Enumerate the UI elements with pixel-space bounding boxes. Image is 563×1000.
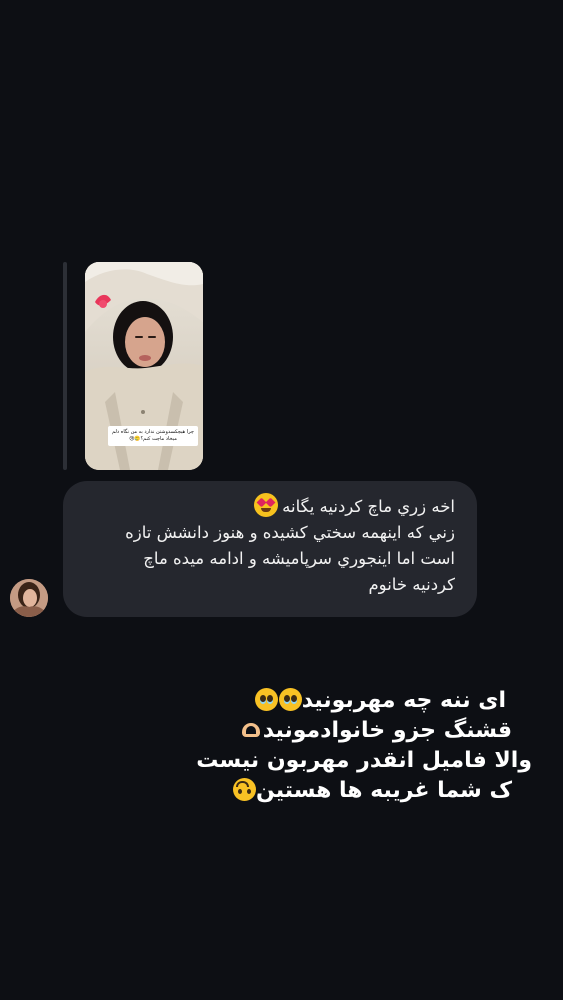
- message-line-4: كردنيه خانوم: [368, 575, 455, 594]
- message-line-3: است اما اينجوري سرپاميشه و ادامه ميده ما…: [143, 549, 455, 568]
- caption-line-1: ای ننه چه مهربونید: [200, 686, 540, 716]
- pleading-face-emoji-icon: [254, 688, 278, 711]
- message-line-2: زني كه اينهمه سختي كشيده و هنوز دانشش تا…: [125, 523, 455, 542]
- caption-line-1-text: ای ننه چه مهربونید: [301, 688, 506, 713]
- message-line-1-text: اخه زري ماچ کردنيه يگانه: [282, 497, 455, 516]
- story-caption-sticker: چرا هیچکسدوشتن ندارد به من نگاه دلم میخا…: [108, 426, 198, 446]
- upside-down-face-emoji-icon: [232, 778, 256, 801]
- pleading-face-emoji-icon: [278, 688, 302, 711]
- sender-avatar[interactable]: [10, 579, 48, 617]
- reply-quote-bar: [63, 262, 67, 470]
- overlay-caption-text: ای ننه چه مهربونید قشنگ جزو خانوادمونید …: [196, 686, 540, 806]
- message-line-1: اخه زري ماچ کردنيه يگانه: [77, 493, 455, 520]
- heart-eyes-emoji-icon: [254, 493, 279, 517]
- caption-line-2: قشنگ جزو خانوادمونید: [200, 716, 540, 746]
- heart-hands-emoji-icon: [239, 719, 263, 741]
- caption-line-4: ک شما غریبه ها هستین: [200, 776, 540, 806]
- received-message-bubble[interactable]: اخه زري ماچ کردنيه يگانه زني كه اينهمه س…: [63, 481, 477, 617]
- dm-conversation-screen: { "story_reply": { "thumbnail_icon": "st…: [0, 0, 563, 1000]
- caption-line-4-text: ک شما غریبه ها هستین: [255, 778, 512, 803]
- profile-avatar-icon: [10, 579, 48, 617]
- caption-line-2-text: قشنگ جزو خانوادمونید: [262, 718, 512, 743]
- caption-line-3: والا فامیل انقدر مهربون نیست: [196, 748, 532, 773]
